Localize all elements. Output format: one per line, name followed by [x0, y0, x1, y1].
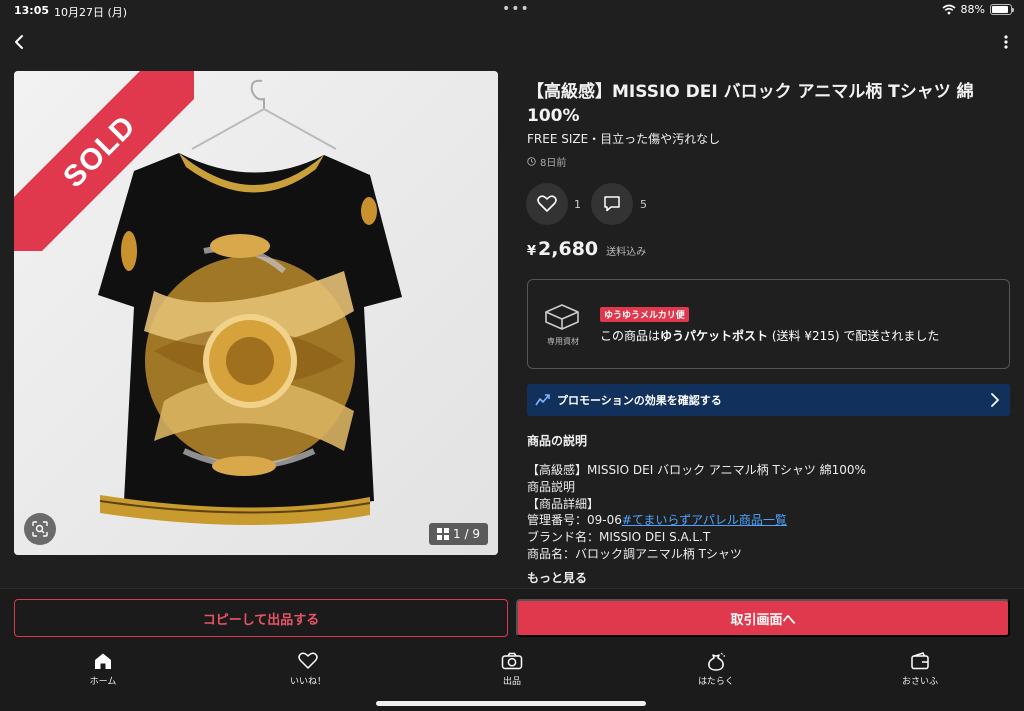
price: ¥ 2,680 送料込み	[527, 238, 646, 260]
heart-icon	[537, 195, 557, 212]
sold-ribbon: SOLD	[14, 71, 194, 251]
sold-label: SOLD	[14, 71, 194, 251]
home-indicator[interactable]	[376, 701, 646, 706]
description-line: 商品名：バロック調アニマル柄 Tシャツ	[527, 546, 742, 561]
lens-scan-icon	[32, 521, 48, 537]
package-label: 専用資材	[547, 337, 579, 346]
description-line: 商品説明	[527, 479, 576, 494]
tab-home[interactable]: ホーム	[58, 652, 148, 687]
clock-icon	[527, 157, 536, 166]
multitask-dots-icon[interactable]: •••	[502, 1, 530, 17]
price-symbol: ¥	[527, 244, 537, 259]
see-more-link[interactable]: もっと見る	[527, 569, 587, 586]
image-counter[interactable]: 1 / 9	[429, 523, 488, 545]
product-subtitle: FREE SIZE・目立った傷や汚れなし	[527, 132, 721, 146]
grid-icon	[437, 528, 450, 540]
description-body: 【高級感】MISSIO DEI バロック アニマル柄 Tシャツ 綿100% 商品…	[527, 462, 997, 563]
copy-and-list-button[interactable]: コピーして出品する	[14, 599, 508, 637]
shipping-info-card: 専用資材 ゆうゆうメルカリ便 この商品はゆうパケットポスト (送料 ¥215) …	[527, 279, 1010, 369]
tab-wallet[interactable]: おさいふ	[875, 652, 965, 687]
posted-time: 8日前	[527, 154, 566, 169]
tab-likes-label: いいね！	[289, 677, 326, 687]
heart-icon	[298, 652, 318, 669]
description-line: ブランド名：MISSIO DEI S.A.L.T	[527, 530, 711, 545]
comment-button[interactable]	[591, 183, 633, 225]
description-line: 【高級感】MISSIO DEI バロック アニマル柄 Tシャツ 綿100%	[527, 463, 866, 477]
description-line: 管理番号：09-06#てまいらずアパレル商品一覧	[527, 512, 997, 529]
like-button[interactable]	[526, 183, 568, 225]
status-time: 13:05	[14, 4, 50, 17]
shipping-message-suffix: (送料 ¥215) で配送されました	[771, 329, 940, 343]
description-line: 【商品詳細】	[527, 496, 600, 511]
home-icon	[95, 653, 111, 669]
chevron-right-icon	[991, 393, 1000, 407]
more-options-icon[interactable]	[1002, 34, 1010, 50]
management-number: 管理番号：09-06	[527, 513, 622, 528]
like-count: 1	[574, 198, 581, 211]
wallet-icon	[911, 652, 929, 670]
tab-work[interactable]: はたらく	[671, 652, 761, 687]
comment-icon	[604, 196, 620, 212]
go-to-transaction-button[interactable]: 取引画面へ	[516, 599, 1010, 637]
trend-chart-icon	[535, 394, 550, 406]
bottom-bar: コピーして出品する 取引画面へ ホーム いいね！ 出品 はたらく おさいふ	[0, 588, 1024, 711]
promotion-label: プロモーションの効果を確認する	[557, 394, 722, 407]
shipping-included-label: 送料込み	[606, 247, 647, 258]
shipping-message: この商品はゆうパケットポスト (送料 ¥215) で配送されました	[600, 327, 939, 344]
wifi-icon	[942, 4, 956, 15]
battery-icon	[990, 4, 1014, 15]
image-counter-text: 1 / 9	[453, 527, 480, 541]
package-icon	[545, 304, 579, 330]
back-chevron-icon[interactable]	[10, 32, 30, 52]
product-title: 【高級感】MISSIO DEI バロック アニマル柄 Tシャツ 綿100%	[527, 82, 974, 126]
tab-sell[interactable]: 出品	[467, 652, 557, 687]
hashtag-link[interactable]: #てまいらずアパレル商品一覧	[622, 513, 787, 527]
tab-work-label: はたらく	[698, 677, 734, 687]
shipping-service-badge: ゆうゆうメルカリ便	[600, 307, 689, 322]
shipping-message-prefix: この商品は	[600, 329, 661, 343]
posted-time-text: 8日前	[540, 158, 567, 169]
tab-sell-label: 出品	[502, 677, 521, 687]
camera-icon	[501, 652, 523, 670]
image-search-button[interactable]	[24, 513, 56, 545]
price-amount: 2,680	[538, 238, 599, 260]
tab-wallet-label: おさいふ	[901, 677, 938, 687]
status-date: 10月27日 (月)	[54, 6, 128, 19]
tab-likes[interactable]: いいね！	[263, 652, 353, 687]
shipping-method: ゆうパケットポスト	[660, 329, 769, 343]
promotion-banner[interactable]: プロモーションの効果を確認する	[527, 384, 1010, 416]
status-bar: 13:05 10月27日 (月) ••• 88%	[0, 0, 1024, 22]
moneybag-icon	[708, 652, 725, 671]
description-heading: 商品の説明	[527, 434, 588, 448]
comment-count: 5	[640, 198, 647, 211]
battery-percent: 88%	[960, 3, 985, 16]
product-image[interactable]: SOLD 1 / 9	[14, 71, 498, 555]
tab-home-label: ホーム	[89, 677, 117, 687]
